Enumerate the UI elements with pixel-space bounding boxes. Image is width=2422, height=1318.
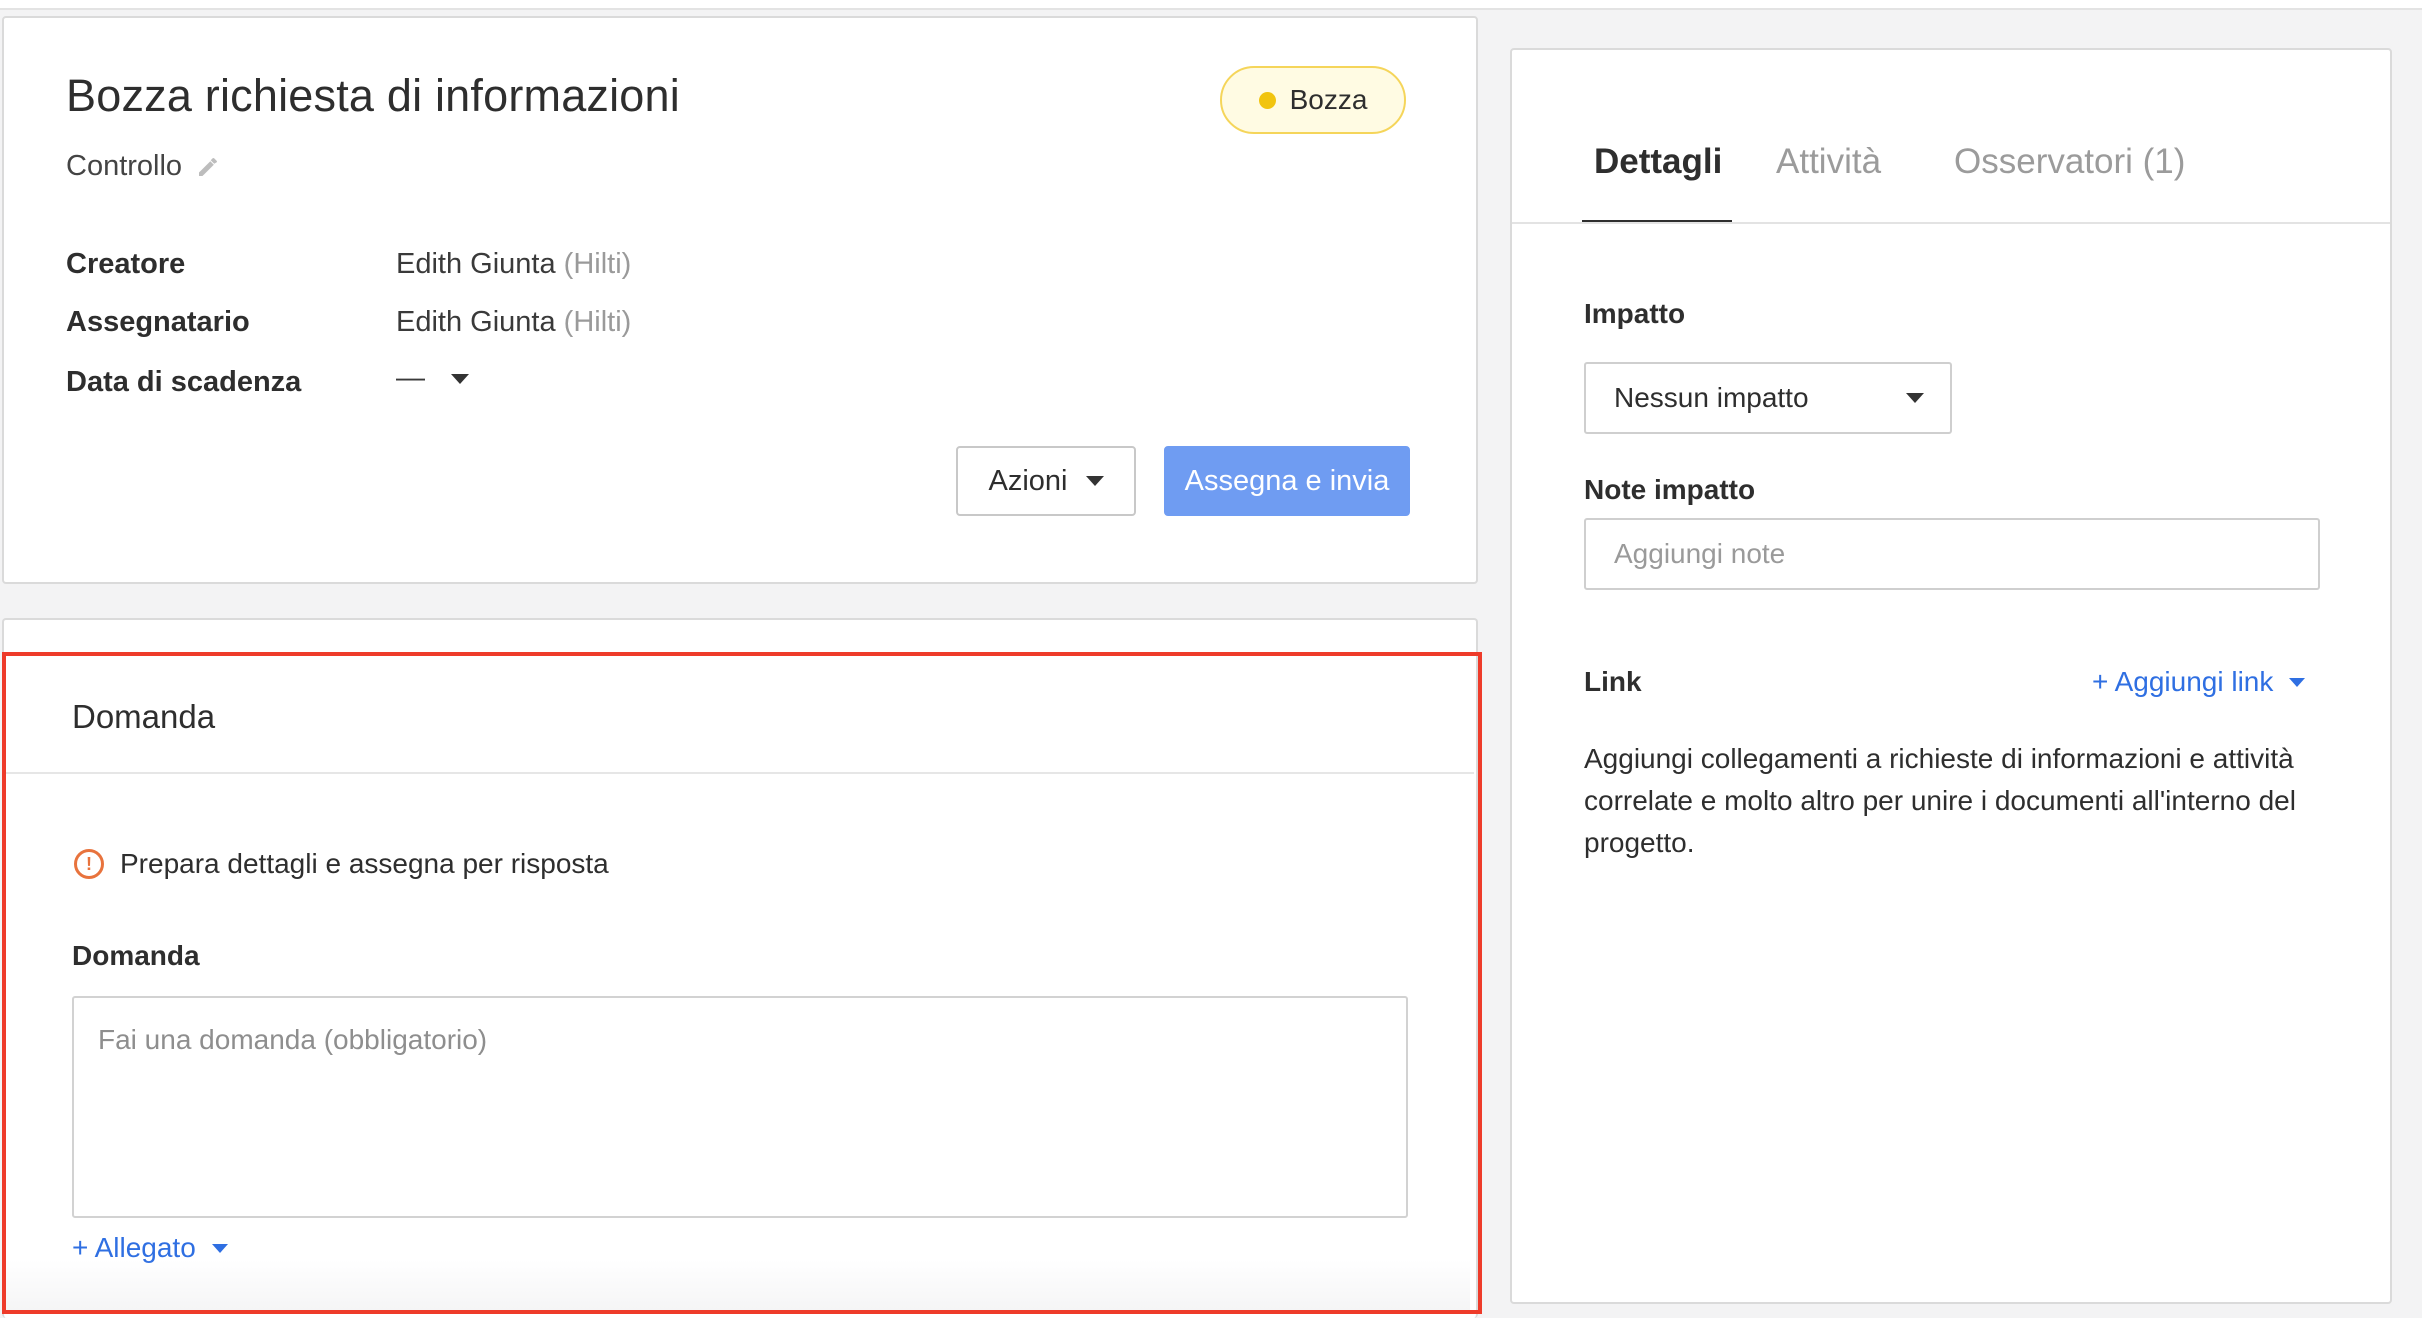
question-placeholder: Fai una domanda (obbligatorio) (98, 1024, 488, 1055)
subtitle-row[interactable]: Controllo (66, 150, 220, 183)
caret-down-icon (1906, 393, 1924, 403)
assignee-value: Edith Giunta (Hilti) (396, 306, 631, 339)
link-label: Link (1584, 666, 1642, 697)
subtitle-text: Controllo (66, 150, 183, 182)
assignee-org: (Hilti) (563, 306, 632, 338)
assignee-name: Edith Giunta (396, 306, 556, 338)
section-divider (6, 772, 1474, 774)
link-description: Aggiungi collegamenti a richieste di inf… (1584, 743, 2296, 858)
due-date-label: Data di scadenza (66, 366, 302, 398)
question-section-title: Domanda (72, 698, 216, 735)
creator-org: (Hilti) (563, 248, 632, 280)
page-title: Bozza richiesta di informazioni (66, 70, 680, 121)
assign-and-send-button[interactable]: Assegna e invia (1164, 446, 1410, 516)
creator-label: Creatore (66, 248, 186, 280)
info-text: Prepara dettagli e assegna per risposta (120, 848, 609, 879)
due-date-value: — (396, 362, 425, 394)
impact-notes-label: Note impatto (1584, 474, 1756, 505)
warning-icon: ! (74, 849, 104, 879)
top-border (0, 0, 2422, 10)
due-date-dropdown[interactable]: — (396, 362, 469, 395)
status-dot-icon (1258, 91, 1276, 109)
attachment-label: + Allegato (72, 1232, 196, 1263)
impact-notes-input[interactable] (1584, 518, 2320, 590)
tab-activity[interactable]: Attività (1776, 142, 1881, 182)
actions-dropdown-button[interactable]: Azioni (956, 446, 1136, 516)
impact-value: Nessun impatto (1614, 382, 1809, 413)
tabs-divider (1512, 222, 2390, 224)
caret-down-icon (211, 1243, 228, 1253)
creator-value: Edith Giunta (Hilti) (396, 248, 631, 281)
add-attachment-link[interactable]: + Allegato (72, 1232, 228, 1264)
caret-down-icon (1085, 476, 1104, 486)
add-link-label: + Aggiungi link (2092, 666, 2274, 697)
impact-select[interactable]: Nessun impatto (1584, 362, 1952, 434)
actions-label: Azioni (988, 464, 1068, 497)
info-message: ! Prepara dettagli e assegna per rispost… (74, 848, 609, 880)
impact-label: Impatto (1584, 298, 1686, 329)
caret-down-icon (2289, 677, 2306, 687)
caret-down-icon (451, 373, 469, 384)
status-label: Bozza (1289, 84, 1368, 115)
status-badge: Bozza (1220, 66, 1406, 134)
question-field-label: Domanda (72, 940, 200, 971)
tab-details[interactable]: Dettagli (1594, 142, 1722, 182)
add-link-button[interactable]: + Aggiungi link (2092, 666, 2306, 698)
question-textarea[interactable]: Fai una domanda (obbligatorio) (72, 996, 1408, 1218)
tab-observers[interactable]: Osservatori (1) (1954, 142, 2185, 182)
pencil-icon[interactable] (196, 155, 220, 179)
creator-name: Edith Giunta (396, 248, 556, 280)
assignee-label: Assegnatario (66, 306, 250, 338)
